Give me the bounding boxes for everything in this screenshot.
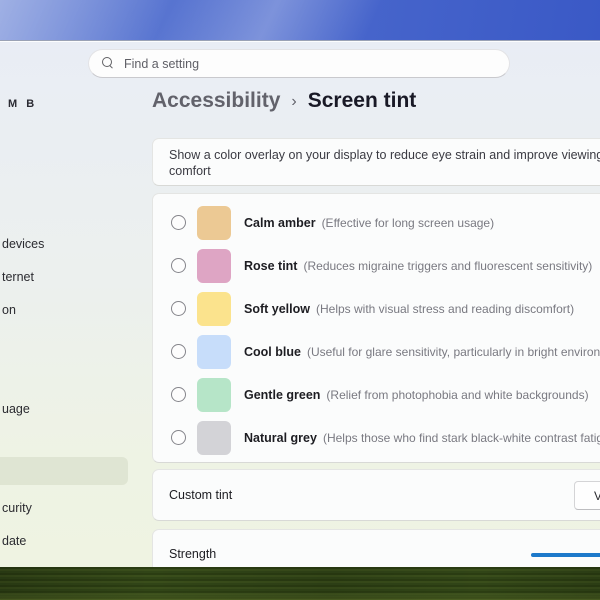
search-icon: [102, 57, 115, 70]
sidebar-item-bluetooth-devices[interactable]: devices: [2, 237, 44, 251]
chevron-right-icon: ›: [291, 93, 297, 110]
tint-name: Rose tint: [244, 258, 298, 273]
breadcrumb: Accessibility › Screen tint: [152, 89, 416, 113]
strength-card: Strength: [152, 529, 600, 567]
radio-button[interactable]: [171, 301, 186, 316]
page-title: Screen tint: [307, 89, 417, 112]
custom-tint-card: Custom tint V: [152, 469, 600, 521]
tint-name: Natural grey: [244, 430, 317, 445]
tint-note: (Helps with visual stress and reading di…: [315, 301, 575, 316]
sidebar-item-windows-update[interactable]: date: [2, 534, 26, 548]
strength-slider[interactable]: [531, 553, 600, 557]
description-line-2: comfort: [169, 164, 211, 178]
color-swatch: [197, 291, 231, 326]
color-swatch: [197, 205, 231, 240]
color-swatch: [197, 248, 231, 283]
color-swatch: [197, 377, 231, 412]
screenshot-canvas: Find a setting M B devices ternet on uag…: [0, 0, 600, 600]
sidebar-item-time-language[interactable]: uage: [2, 402, 30, 416]
tint-note: (Reduces migraine triggers and fluoresce…: [303, 258, 593, 273]
tint-option-gentle-green[interactable]: Gentle green (Relief from photophobia an…: [153, 373, 600, 416]
description-line-1: Show a color overlay on your display to …: [169, 148, 600, 162]
color-swatch: [197, 334, 231, 369]
custom-tint-label: Custom tint: [169, 488, 233, 502]
breadcrumb-accessibility[interactable]: Accessibility: [152, 89, 280, 113]
user-name-fragment: M B: [8, 98, 38, 110]
description-card: Show a color overlay on your display to …: [152, 138, 600, 186]
desktop-wallpaper-grass: [0, 567, 600, 600]
desktop-wallpaper-sky: [0, 0, 600, 40]
radio-button[interactable]: [171, 258, 186, 273]
sidebar-item-privacy-security[interactable]: curity: [2, 501, 32, 515]
tint-note: (Relief from photophobia and white backg…: [326, 387, 589, 402]
tint-option-cool-blue[interactable]: Cool blue (Useful for glare sensitivity,…: [153, 330, 600, 373]
custom-tint-button[interactable]: V: [574, 481, 600, 510]
radio-button[interactable]: [171, 387, 186, 402]
radio-button[interactable]: [171, 215, 186, 230]
tint-name: Soft yellow: [244, 301, 310, 316]
color-swatch: [197, 420, 231, 455]
sidebar-item-accessibility-selected[interactable]: [0, 457, 128, 485]
sidebar-item-network-internet[interactable]: ternet: [2, 270, 34, 284]
sidebar-item-personalization[interactable]: on: [2, 303, 16, 317]
tint-option-rose-tint[interactable]: Rose tint (Reduces migraine triggers and…: [153, 244, 600, 287]
tint-note: (Effective for long screen usage): [321, 215, 495, 230]
radio-button[interactable]: [171, 344, 186, 359]
tint-option-soft-yellow[interactable]: Soft yellow (Helps with visual stress an…: [153, 287, 600, 330]
tint-option-natural-grey[interactable]: Natural grey (Helps those who find stark…: [153, 416, 600, 459]
tint-name: Gentle green: [244, 387, 321, 402]
tint-options-card: Calm amber (Effective for long screen us…: [152, 193, 600, 463]
tint-note: (Helps those who find stark black-white …: [322, 430, 600, 445]
strength-label: Strength: [169, 547, 217, 561]
settings-window: Find a setting M B devices ternet on uag…: [0, 40, 600, 567]
tint-option-calm-amber[interactable]: Calm amber (Effective for long screen us…: [153, 201, 600, 244]
tint-name: Cool blue: [244, 344, 301, 359]
tint-note: (Useful for glare sensitivity, particula…: [306, 344, 600, 359]
search-input[interactable]: Find a setting: [88, 49, 510, 78]
radio-button[interactable]: [171, 430, 186, 445]
tint-name: Calm amber: [244, 215, 316, 230]
search-placeholder: Find a setting: [124, 56, 200, 71]
